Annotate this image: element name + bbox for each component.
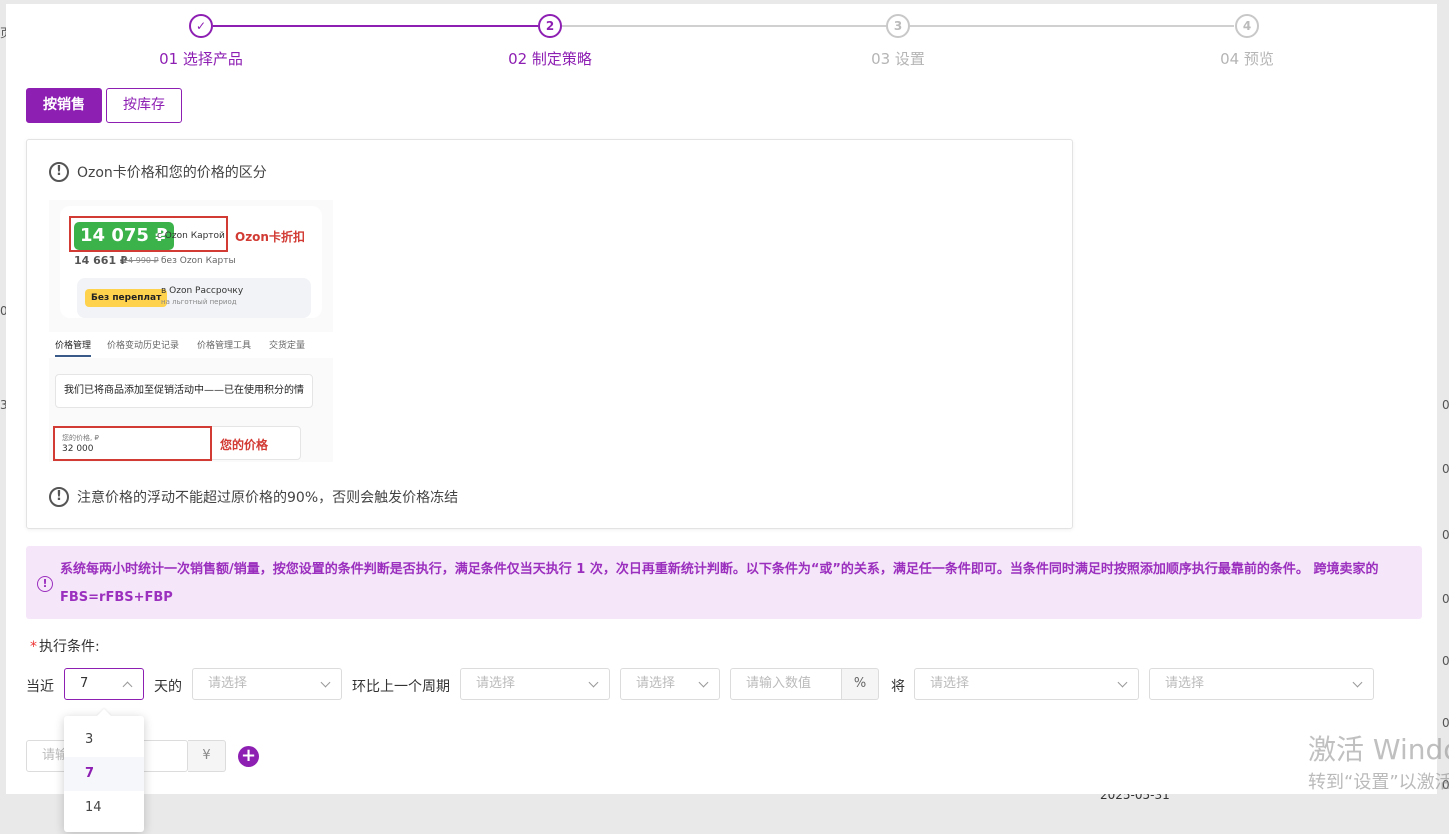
illustration-tab: 价格变动历史记录 (107, 341, 180, 351)
activation-watermark: 激活 Windows (1308, 733, 1449, 766)
action-detail-select[interactable]: 请选择 (1149, 668, 1374, 700)
rule-notice-text: 系统每两小时统计一次销售额/销量，按您设置的条件判断是否执行，满足条件仅当天执行… (60, 562, 1379, 605)
ozon-card-discount-label: Ozon卡折扣 (235, 230, 305, 244)
action-detail-placeholder: 请选择 (1165, 676, 1205, 691)
alert-circle-icon: ! (49, 487, 69, 507)
chevron-down-icon (698, 677, 709, 688)
illustration-tab: 交货定量 (269, 341, 306, 351)
days-suffix: 天的 (154, 679, 182, 695)
days-select-value: 7 (80, 676, 89, 691)
condition-label-text: 执行条件: (39, 639, 100, 655)
currency-addon: ¥ (188, 740, 226, 772)
installment-line-2: на льготный период (161, 298, 237, 306)
days-dropdown: 3 7 14 (64, 716, 144, 832)
info-warning-row: ! 注意价格的浮动不能超过原价格的90%，否则会触发价格冻结 (49, 487, 458, 507)
regular-price: 14 661 ₽ (74, 254, 128, 267)
strategy-modal: ✓ 01 选择产品 2 02 制定策略 3 03 设置 4 04 预览 按销售 … (6, 4, 1437, 794)
installment-tag: Без переплат (85, 289, 168, 307)
info-heading: Ozon卡价格和您的价格的区分 (77, 165, 267, 181)
percent-addon: % (842, 668, 879, 700)
info-warning: 注意价格的浮动不能超过原价格的90%，否则会触发价格冻结 (77, 490, 459, 506)
step-connector (910, 25, 1234, 27)
value-input-placeholder: 请输入数值 (746, 676, 812, 691)
price-illustration: 14 075 ₽ с Ozon Картой Ozon卡折扣 14 661 ₽ … (49, 200, 333, 462)
installment-box: Без переплат в Ozon Рассрочку на льготны… (77, 278, 311, 318)
chevron-down-icon (1352, 677, 1363, 688)
by-sales-tab[interactable]: 按销售 (26, 88, 102, 123)
step-2-marker: 2 (538, 14, 562, 38)
ozon-price-card: 14 075 ₽ с Ozon Картой Ozon卡折扣 14 661 ₽ … (60, 206, 322, 318)
step-1-label: 01 选择产品 (159, 50, 243, 68)
by-stock-tab[interactable]: 按库存 (106, 88, 182, 123)
background-text: 0 (1442, 398, 1449, 412)
regular-price-note: без Ozon Карты (161, 256, 236, 266)
metric-select-placeholder: 请选择 (208, 676, 248, 691)
chevron-up-icon (122, 681, 133, 692)
background-text: 0 (1442, 462, 1449, 476)
illustration-tab: 价格管理 (55, 338, 92, 357)
compare-text: 环比上一个周期 (352, 679, 450, 695)
your-price-highlight (53, 426, 212, 461)
step-progress: ✓ 01 选择产品 2 02 制定策略 3 03 设置 4 04 预览 (6, 4, 1437, 84)
background-text: 0 (1442, 592, 1449, 606)
action-select-placeholder: 请选择 (930, 676, 970, 691)
operator-select-placeholder: 请选择 (636, 676, 676, 691)
add-condition-button[interactable]: + (238, 746, 259, 767)
value-input[interactable]: 请输入数值 (730, 668, 842, 700)
old-price: 24 990 ₽ (123, 256, 159, 265)
illustration-notice: 我们已将商品添加至促销活动中——已在使用积分的情 (55, 374, 313, 408)
days-option-selected[interactable]: 7 (64, 757, 144, 791)
price-info-card: ! Ozon卡价格和您的价格的区分 14 075 ₽ с Ozon Картой… (26, 139, 1073, 529)
step-connector (213, 25, 538, 27)
condition-label: * 执行条件: (30, 636, 100, 656)
chevron-down-icon (588, 677, 599, 688)
step-connector (562, 25, 886, 27)
days-select[interactable]: 7 (64, 668, 144, 700)
step-3-marker: 3 (886, 14, 910, 38)
illustration-tab: 价格管理工具 (197, 341, 252, 351)
card-price-highlight (69, 216, 228, 252)
installment-line-1: в Ozon Рассрочку (161, 286, 244, 296)
condition-prefix: 当近 (26, 679, 54, 695)
days-option[interactable]: 3 (64, 723, 144, 757)
operator-select[interactable]: 请选择 (620, 668, 720, 700)
illustration-tabs: 价格管理 价格变动历史记录 价格管理工具 交货定量 (49, 332, 333, 358)
activation-watermark-hint: 转到“设置”以激活 (1308, 772, 1449, 793)
step-1-check-icon: ✓ (189, 14, 213, 38)
direction-select[interactable]: 请选择 (460, 668, 610, 700)
chevron-down-icon (320, 677, 331, 688)
metric-select[interactable]: 请选择 (192, 668, 342, 700)
alert-circle-icon: ! (37, 576, 53, 592)
step-2-label: 02 制定策略 (508, 50, 592, 68)
info-heading-row: ! Ozon卡价格和您的价格的区分 (49, 162, 267, 182)
rule-notice-banner: ! 系统每两小时统计一次销售额/销量，按您设置的条件判断是否执行，满足条件仅当天… (26, 546, 1422, 619)
your-price-label: 您的价格 (220, 438, 269, 452)
required-mark: * (30, 639, 37, 655)
background-text: 0 (1442, 654, 1449, 668)
alert-circle-icon: ! (49, 162, 69, 182)
background-text: 0 (1442, 528, 1449, 542)
step-4-marker: 4 (1235, 14, 1259, 38)
direction-select-placeholder: 请选择 (476, 676, 516, 691)
action-select[interactable]: 请选择 (914, 668, 1139, 700)
chevron-down-icon (1117, 677, 1128, 688)
days-option[interactable]: 14 (64, 791, 144, 825)
action-word: 将 (891, 679, 905, 695)
step-3-label: 03 设置 (871, 50, 925, 68)
step-4-label: 04 预览 (1220, 50, 1274, 68)
